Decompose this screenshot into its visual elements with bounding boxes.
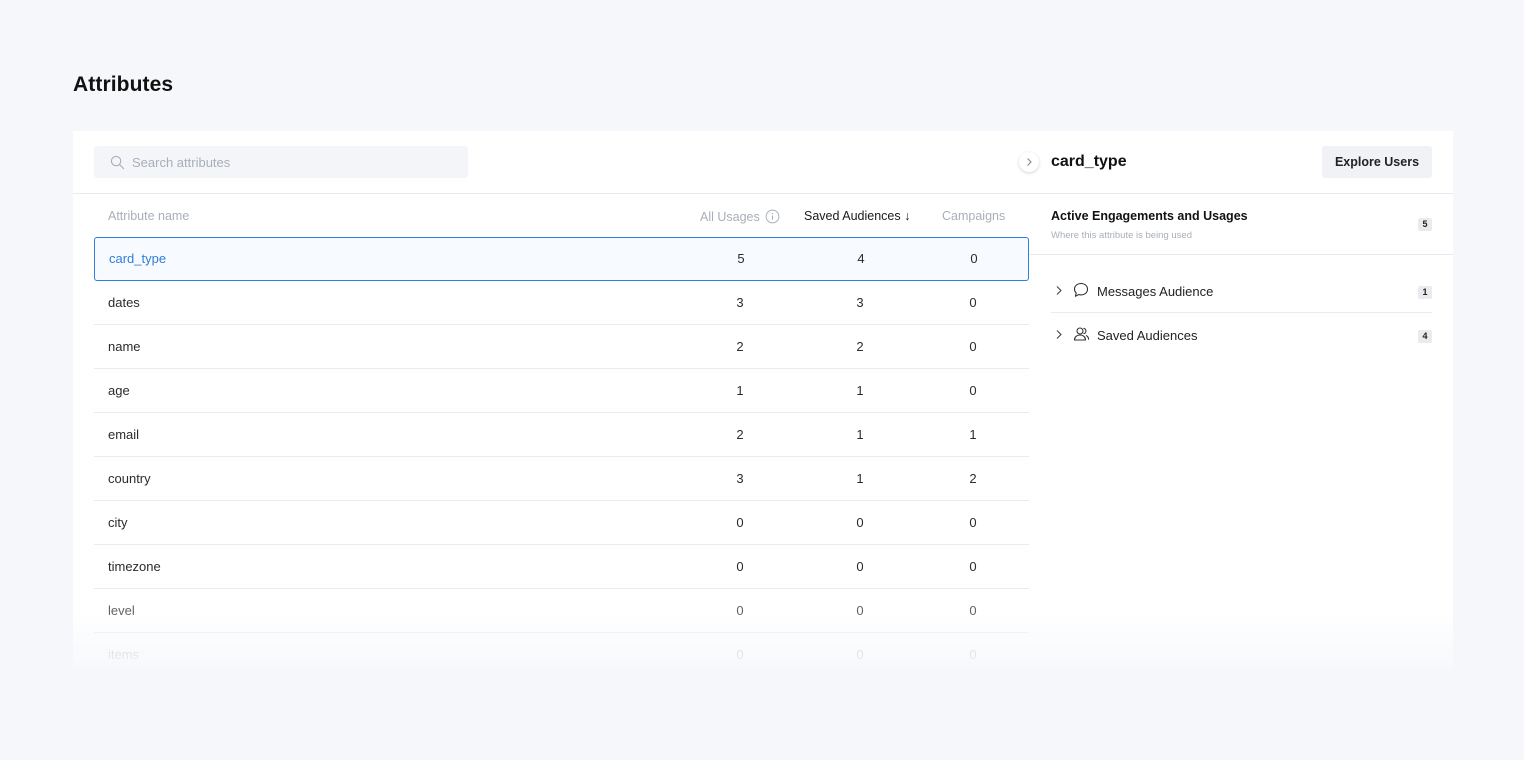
attributes-table-body: card_type 5 4 0 dates 3 3 0 name 2 2 0 a… — [94, 237, 1029, 671]
table-row[interactable]: country 3 1 2 — [94, 457, 1029, 501]
table-row[interactable]: card_type 5 4 0 — [94, 237, 1029, 281]
usage-item-messages-audience[interactable]: Messages Audience 1 — [1051, 269, 1432, 313]
all-usages-count: 1 — [736, 383, 744, 398]
column-header-campaigns[interactable]: Campaigns — [942, 209, 1005, 223]
table-row[interactable]: email 2 1 1 — [94, 413, 1029, 457]
chat-bubble-icon — [1073, 282, 1089, 297]
column-header-attribute-name[interactable]: Attribute name — [108, 209, 189, 223]
saved-audiences-count: 4 — [857, 251, 865, 266]
campaigns-count: 1 — [969, 427, 977, 442]
all-usages-count: 0 — [736, 559, 744, 574]
saved-audiences-count: 1 — [856, 471, 864, 486]
table-header: Attribute name All Usages Saved Audience… — [94, 194, 1029, 237]
usage-item-label: Saved Audiences — [1097, 328, 1198, 343]
all-usages-count: 2 — [736, 339, 744, 354]
chevron-right-icon[interactable] — [1055, 285, 1063, 296]
attribute-name: city — [108, 515, 128, 530]
attribute-name: timezone — [108, 559, 161, 574]
campaigns-count: 0 — [969, 603, 977, 618]
table-row[interactable]: age 1 1 0 — [94, 369, 1029, 413]
table-row[interactable]: timezone 0 0 0 — [94, 545, 1029, 589]
count-badge: 4 — [1418, 330, 1432, 343]
attributes-list-pane: Attribute name All Usages Saved Audience… — [73, 131, 1029, 671]
table-row[interactable]: city 0 0 0 — [94, 501, 1029, 545]
campaigns-count: 2 — [969, 471, 977, 486]
campaigns-count: 0 — [969, 647, 977, 662]
all-usages-count: 5 — [737, 251, 745, 266]
attribute-name: card_type — [109, 251, 167, 266]
attribute-name: dates — [108, 295, 140, 310]
usage-item-saved-audiences[interactable]: Saved Audiences 4 — [1051, 313, 1432, 357]
campaigns-count: 0 — [969, 295, 977, 310]
campaigns-count: 0 — [970, 251, 978, 266]
explore-users-button[interactable]: Explore Users — [1322, 146, 1432, 178]
campaigns-count: 0 — [969, 559, 977, 574]
collapse-panel-button[interactable] — [1019, 152, 1039, 172]
all-usages-count: 3 — [736, 295, 744, 310]
saved-audiences-count: 0 — [856, 603, 864, 618]
column-header-saved-audiences[interactable]: Saved Audiences ↓ — [804, 209, 910, 223]
section-title: Active Engagements and Usages — [1051, 209, 1248, 223]
saved-audiences-count: 0 — [856, 559, 864, 574]
attribute-name: items — [108, 647, 140, 662]
attribute-name: country — [108, 471, 151, 486]
attribute-name: level — [108, 603, 135, 618]
detail-title: card_type — [1051, 153, 1127, 170]
count-badge: 5 — [1418, 218, 1432, 231]
attribute-name: age — [108, 383, 130, 398]
chevron-right-icon — [1027, 158, 1032, 166]
column-header-all-usages-label: All Usages — [700, 209, 760, 224]
all-usages-count: 2 — [736, 427, 744, 442]
all-usages-count: 0 — [736, 647, 744, 662]
saved-audiences-count: 1 — [856, 427, 864, 442]
saved-audiences-count: 2 — [856, 339, 864, 354]
saved-audiences-count: 0 — [856, 647, 864, 662]
attributes-card: Attribute name All Usages Saved Audience… — [73, 131, 1453, 671]
attribute-name: email — [108, 427, 140, 442]
column-header-all-usages[interactable]: All Usages — [700, 209, 780, 224]
campaigns-count: 0 — [969, 515, 977, 530]
page-title: Attributes — [73, 73, 174, 96]
saved-audiences-count: 0 — [856, 515, 864, 530]
search-input[interactable] — [132, 154, 452, 170]
chevron-right-icon[interactable] — [1055, 329, 1063, 340]
campaigns-count: 0 — [969, 339, 977, 354]
all-usages-count: 0 — [736, 603, 744, 618]
table-row[interactable]: items 0 0 0 — [94, 633, 1029, 671]
all-usages-count: 3 — [736, 471, 744, 486]
saved-audiences-count: 3 — [856, 295, 864, 310]
usage-item-label: Messages Audience — [1097, 284, 1214, 299]
section-subtitle: Where this attribute is being used — [1051, 230, 1192, 241]
search-icon — [110, 155, 125, 169]
saved-audiences-count: 1 — [856, 383, 864, 398]
users-icon — [1073, 327, 1090, 341]
info-icon[interactable] — [765, 209, 780, 224]
table-row[interactable]: level 0 0 0 — [94, 589, 1029, 633]
all-usages-count: 0 — [736, 515, 744, 530]
campaigns-count: 0 — [969, 383, 977, 398]
attribute-detail-pane: card_type Explore Users Active Engagemen… — [1019, 131, 1453, 671]
table-row[interactable]: name 2 2 0 — [94, 325, 1029, 369]
table-row[interactable]: dates 3 3 0 — [94, 281, 1029, 325]
count-badge: 1 — [1418, 286, 1432, 299]
attribute-name: name — [108, 339, 141, 354]
search-box[interactable] — [94, 146, 468, 178]
engagements-section-header: Active Engagements and Usages Where this… — [1029, 194, 1453, 255]
